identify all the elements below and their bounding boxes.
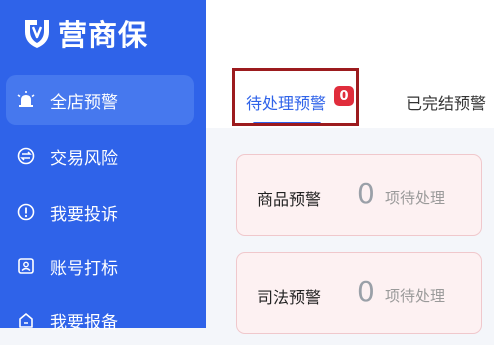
sidebar-item-account-tag[interactable]: 账号打标 [6,241,194,291]
sidebar-item-label: 交易风险 [50,148,118,169]
sidebar-item-label: 我要投诉 [50,204,118,225]
card-label: 商品预警 [257,190,322,209]
card-suffix: 项待处理 [385,287,446,305]
brand-name: 营商保 [58,18,149,52]
card-label: 司法预警 [257,288,322,307]
sidebar-item-store-alert[interactable]: 全店预警 [6,75,194,125]
card-count: 0 [357,177,375,210]
sidebar-item-transaction-risk[interactable]: 交易风险 [6,131,194,181]
main-content: 待处理预警 0 已完结预警 商品预警 0 项待处理 司法预警 0 项待处理 [206,0,494,334]
sidebar-item-label: 全店预警 [50,92,118,113]
sidebar: 营商保 全店预警 交易风险 我要投诉 账号打标 我要报备 [0,0,206,333]
report-icon [16,310,36,330]
annotation-highlight-box [232,68,359,126]
card-suffix: 项待处理 [385,189,446,207]
account-tag-icon [16,256,36,276]
sidebar-item-complaint[interactable]: 我要投诉 [6,187,194,237]
product-alert-card[interactable]: 商品预警 0 项待处理 [236,154,482,236]
judicial-alert-card[interactable]: 司法预警 0 项待处理 [236,252,482,334]
sidebar-item-label: 账号打标 [50,258,118,279]
card-count: 0 [357,275,375,308]
tab-completed-alerts[interactable]: 已完结预警 [406,90,486,114]
alarm-bell-icon [16,90,36,110]
shield-logo-icon [25,20,49,48]
alert-icon [16,202,36,222]
transfer-icon [16,146,36,166]
sidebar-item-report[interactable]: 我要报备 [6,295,194,345]
brand: 营商保 [22,14,148,52]
sidebar-item-label: 我要报备 [50,312,118,333]
tab-bar: 待处理预警 0 已完结预警 [206,0,494,128]
